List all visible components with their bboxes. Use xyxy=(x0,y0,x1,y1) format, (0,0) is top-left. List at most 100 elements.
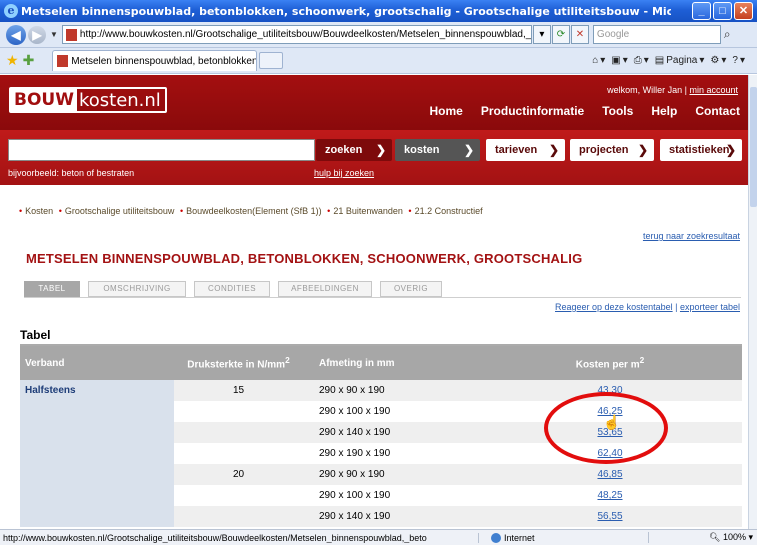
tools-menu[interactable]: ⚙ ▾ xyxy=(710,55,726,66)
table-row: 20 290 x 90 x 190 46,85 xyxy=(20,464,742,485)
statistieken-button[interactable]: statistieken ❯ xyxy=(660,139,742,161)
zoom-label: 100% xyxy=(722,532,746,542)
projecten-button[interactable]: projecten ❯ xyxy=(570,139,654,161)
breadcrumb-bullet: • xyxy=(58,206,62,216)
breadcrumb-bullet: • xyxy=(19,206,23,216)
cost-link[interactable]: 48,25 xyxy=(597,490,622,501)
cell-afmeting: 290 x 190 x 190 xyxy=(303,443,478,464)
nav-home[interactable]: Home xyxy=(430,104,463,118)
address-dropdown-button[interactable]: ▾ xyxy=(532,25,551,44)
cell-afmeting: 290 x 140 x 190 xyxy=(303,422,478,443)
help-icon: ? xyxy=(732,55,738,66)
zoom-level[interactable]: 🔍︎ 100% ▾ xyxy=(648,532,753,543)
address-url: http://www.bouwkosten.nl/Grootschalige_u… xyxy=(79,29,532,40)
minimize-button[interactable]: _ xyxy=(692,2,711,20)
cost-link[interactable]: 46,85 xyxy=(597,469,622,480)
cell-afmeting: 290 x 100 x 190 xyxy=(303,401,478,422)
table-heading: Tabel xyxy=(20,328,51,342)
nav-productinformatie[interactable]: Productinformatie xyxy=(481,104,584,118)
security-zone: Internet xyxy=(478,532,648,543)
chevron-right-icon: ❯ xyxy=(548,143,559,157)
nav-help[interactable]: Help xyxy=(651,104,677,118)
welcome-text: welkom, Willer Jan | min account xyxy=(607,85,738,95)
browser-search-input[interactable]: Google xyxy=(592,25,721,44)
stop-button[interactable]: ✕ xyxy=(570,25,589,44)
col-verband: Verband xyxy=(20,346,174,380)
tab-omschrijving[interactable]: OMSCHRIJVING xyxy=(88,281,186,297)
zoom-icon: 🔍︎ xyxy=(709,532,721,542)
cell-druksterkte xyxy=(174,401,303,422)
page-menu[interactable]: ▤ Pagina ▾ xyxy=(655,55,705,66)
globe-icon xyxy=(491,532,501,543)
favorites-star-icon[interactable]: ★ xyxy=(6,52,19,69)
tarieven-button[interactable]: tarieven ❯ xyxy=(486,139,565,161)
col-druksterkte-sup: 2 xyxy=(285,355,290,366)
cost-link[interactable]: 56,55 xyxy=(597,511,622,522)
window-title-bar: e Metselen binnenspouwblad, betonblokken… xyxy=(0,0,757,22)
table-row: 290 x 140 x 190 56,55 xyxy=(20,506,742,527)
hulp-bij-zoeken-link[interactable]: hulp bij zoeken xyxy=(314,168,374,178)
tabs-divider xyxy=(24,297,741,298)
breadcrumb-item[interactable]: 21 Buitenwanden xyxy=(333,206,403,216)
cell-kosten: 48,25 xyxy=(478,485,742,506)
cell-afmeting: 290 x 100 x 190 xyxy=(303,485,478,506)
vertical-scrollbar[interactable] xyxy=(748,75,757,529)
home-icon: ⌂ xyxy=(592,55,599,66)
zoeken-label: zoeken xyxy=(325,144,363,156)
site-header: BOUW kosten.nl welkom, Willer Jan | min … xyxy=(0,75,748,130)
tab-overig[interactable]: OVERIG xyxy=(380,281,442,297)
breadcrumb-item[interactable]: Kosten xyxy=(25,206,53,216)
reageer-link[interactable]: Reageer op deze kostentabel xyxy=(555,302,673,312)
site-search-input[interactable] xyxy=(8,139,315,161)
tab-afbeeldingen[interactable]: AFBEELDINGEN xyxy=(278,281,372,297)
col-kosten-sup: 2 xyxy=(639,355,645,366)
zoeken-button[interactable]: zoeken ❯ xyxy=(316,139,392,161)
back-button[interactable]: ◀ xyxy=(6,24,26,45)
tab-condities[interactable]: CONDITIES xyxy=(194,281,270,297)
refresh-button[interactable]: ⟳ xyxy=(551,25,570,44)
internet-explorer-icon: e xyxy=(4,4,18,18)
close-window-button[interactable]: ✕ xyxy=(734,2,753,20)
add-favorites-icon[interactable]: ✚ xyxy=(23,52,35,69)
chevron-right-icon: ❯ xyxy=(637,143,648,157)
print-command[interactable]: ⎙ ▾ xyxy=(634,55,649,66)
feeds-command[interactable]: ▣ ▾ xyxy=(611,55,627,66)
cell-afmeting: 290 x 140 x 190 xyxy=(303,506,478,527)
address-bar[interactable]: http://www.bouwkosten.nl/Grootschalige_u… xyxy=(61,25,532,44)
tab-tabel[interactable]: TABEL xyxy=(24,281,80,297)
new-tab-button[interactable] xyxy=(259,52,284,69)
breadcrumb-item[interactable]: Grootschalige utiliteitsbouw xyxy=(65,206,175,216)
cell-verband xyxy=(20,464,174,485)
breadcrumb-item[interactable]: 21.2 Constructief xyxy=(415,206,483,216)
browser-tab-active[interactable]: Metselen binnenspouwblad, betonblokken, … xyxy=(52,50,258,71)
forward-button[interactable]: ▶ xyxy=(28,25,46,44)
scrollbar-thumb[interactable] xyxy=(750,87,757,207)
breadcrumb-bullet: • xyxy=(179,206,184,216)
tab-favicon-icon xyxy=(57,55,69,67)
history-dropdown-icon[interactable]: ▼ xyxy=(50,30,58,39)
exporteer-link[interactable]: exporteer tabel xyxy=(680,302,740,312)
terug-naar-zoekresultaat-link[interactable]: terug naar zoekresultaat xyxy=(643,231,740,241)
cell-afmeting: 290 x 90 x 190 xyxy=(303,380,478,401)
help-menu[interactable]: ? ▾ xyxy=(732,55,745,66)
window-title: Metselen binnenspouwblad, betonblokken, … xyxy=(21,4,671,18)
nav-contact[interactable]: Contact xyxy=(695,104,740,118)
page-viewport: BOUW kosten.nl welkom, Willer Jan | min … xyxy=(0,75,748,529)
search-icon[interactable]: ⌕ xyxy=(724,27,731,42)
table-row: 290 x 100 x 190 48,25 xyxy=(20,485,742,506)
page-menu-label: Pagina xyxy=(666,55,698,66)
home-command[interactable]: ⌂ ▾ xyxy=(592,55,605,66)
breadcrumb-item[interactable]: Bouwdeelkosten(Element (SfB 1)) xyxy=(186,206,322,216)
my-account-link[interactable]: min account xyxy=(689,85,738,95)
logo-rest-text: kosten.nl xyxy=(78,89,161,111)
maximize-button[interactable]: □ xyxy=(713,2,732,20)
cell-verband xyxy=(20,401,174,422)
content-tabs: TABEL OMSCHRIJVING CONDITIES AFBEELDINGE… xyxy=(24,281,450,297)
page-title: METSELEN BINNENSPOUWBLAD, BETONBLOKKEN, … xyxy=(26,251,583,266)
kosten-button[interactable]: kosten ❯ xyxy=(395,139,480,161)
nav-tools[interactable]: Tools xyxy=(602,104,633,118)
bouwkosten-logo[interactable]: BOUW kosten.nl xyxy=(9,87,167,113)
address-toolbar: ◀ ▶ ▼ http://www.bouwkosten.nl/Grootscha… xyxy=(0,22,757,48)
logo-bouw-text: BOUW xyxy=(11,89,77,111)
col-kosten: Kosten per m2 xyxy=(478,346,742,380)
